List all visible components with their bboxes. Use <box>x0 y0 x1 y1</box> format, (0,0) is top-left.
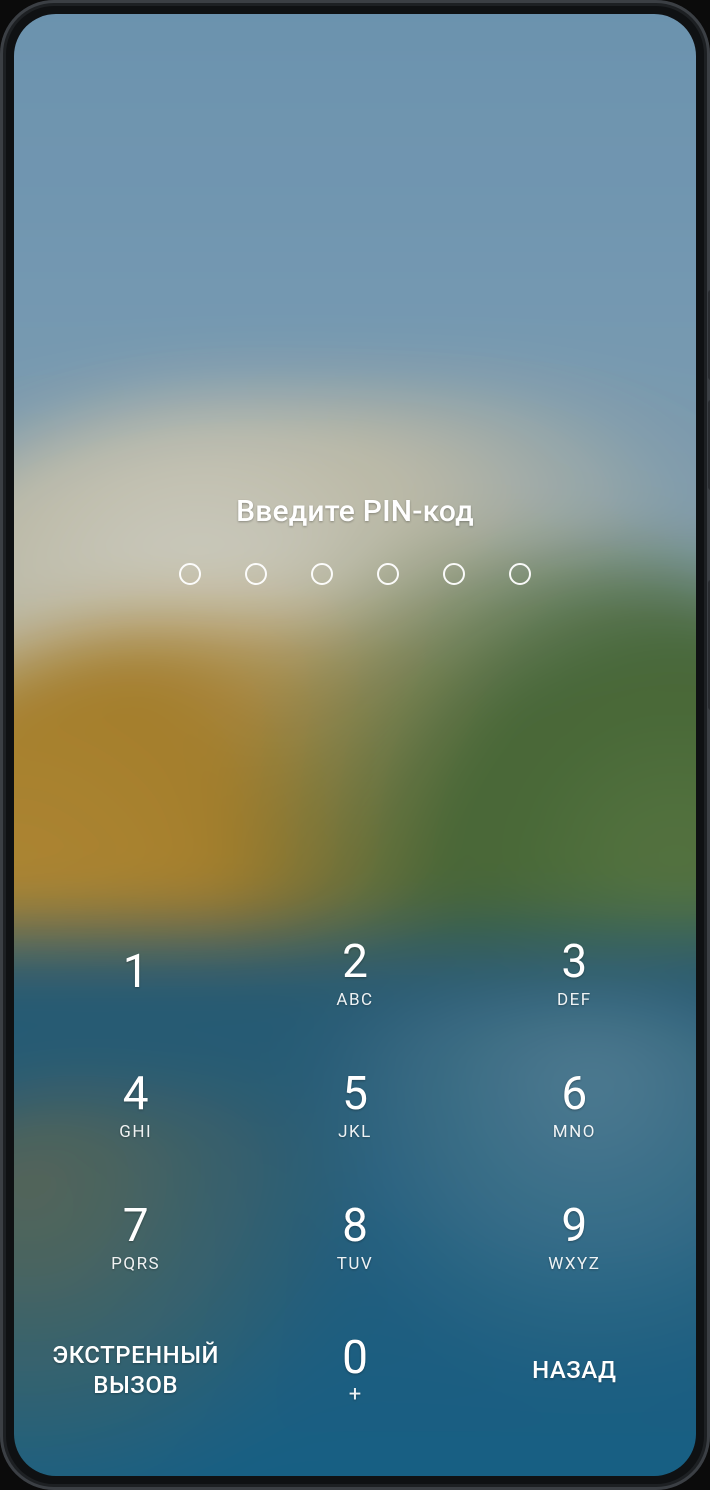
keypad-key-9[interactable]: 9 WXYZ <box>465 1172 684 1304</box>
keypad-digit: 5 <box>342 1070 368 1118</box>
pin-entry-area: Введите PIN-код <box>14 50 696 908</box>
keypad-key-1[interactable]: 1 <box>26 908 245 1040</box>
keypad-letters: TUV <box>337 1254 374 1274</box>
pin-dot <box>245 563 267 585</box>
keypad-digit: 6 <box>561 1070 587 1118</box>
keypad-letters: PQRS <box>111 1254 160 1274</box>
pin-dot <box>443 563 465 585</box>
keypad-letters: WXYZ <box>548 1254 600 1274</box>
back-button[interactable]: НАЗАД <box>465 1304 684 1436</box>
keypad-digit: 0 <box>342 1334 368 1382</box>
keypad-digit: 9 <box>561 1202 587 1250</box>
emergency-call-button[interactable]: ЭКСТРЕННЫЙ ВЫЗОВ <box>26 1304 245 1436</box>
phone-frame: Введите PIN-код 1 2 ABC <box>0 0 710 1490</box>
screen: Введите PIN-код 1 2 ABC <box>14 14 696 1476</box>
keypad-key-6[interactable]: 6 MNO <box>465 1040 684 1172</box>
pin-dot <box>311 563 333 585</box>
keypad-key-3[interactable]: 3 DEF <box>465 908 684 1040</box>
pin-dots <box>179 563 531 585</box>
keypad-digit: 2 <box>342 938 368 986</box>
keypad-digit: 7 <box>123 1202 149 1250</box>
keypad-letters: ABC <box>336 990 373 1010</box>
keypad-letters: JKL <box>338 1122 372 1142</box>
pin-prompt-title: Введите PIN-код <box>236 494 474 529</box>
keypad-letters: GHI <box>119 1122 152 1142</box>
pin-dot <box>509 563 531 585</box>
pin-dot <box>377 563 399 585</box>
keypad-key-4[interactable]: 4 GHI <box>26 1040 245 1172</box>
keypad-digit: 4 <box>123 1070 149 1118</box>
status-bar <box>14 14 696 50</box>
emergency-call-label: ЭКСТРЕННЫЙ ВЫЗОВ <box>44 1340 227 1400</box>
keypad-key-7[interactable]: 7 PQRS <box>26 1172 245 1304</box>
keypad-digit: 8 <box>342 1202 368 1250</box>
keypad-digit: 1 <box>123 948 149 996</box>
numeric-keypad: 1 2 ABC 3 DEF 4 GHI 5 JKL <box>14 908 696 1476</box>
keypad-key-2[interactable]: 2 ABC <box>245 908 464 1040</box>
keypad-key-0[interactable]: 0 + <box>245 1304 464 1436</box>
back-label: НАЗАД <box>524 1355 624 1385</box>
keypad-letters: MNO <box>553 1122 596 1142</box>
pin-dot <box>179 563 201 585</box>
keypad-key-8[interactable]: 8 TUV <box>245 1172 464 1304</box>
keypad-digit: 3 <box>561 938 587 986</box>
keypad-plus: + <box>349 1384 361 1406</box>
keypad-letters: DEF <box>557 990 592 1010</box>
keypad-key-5[interactable]: 5 JKL <box>245 1040 464 1172</box>
